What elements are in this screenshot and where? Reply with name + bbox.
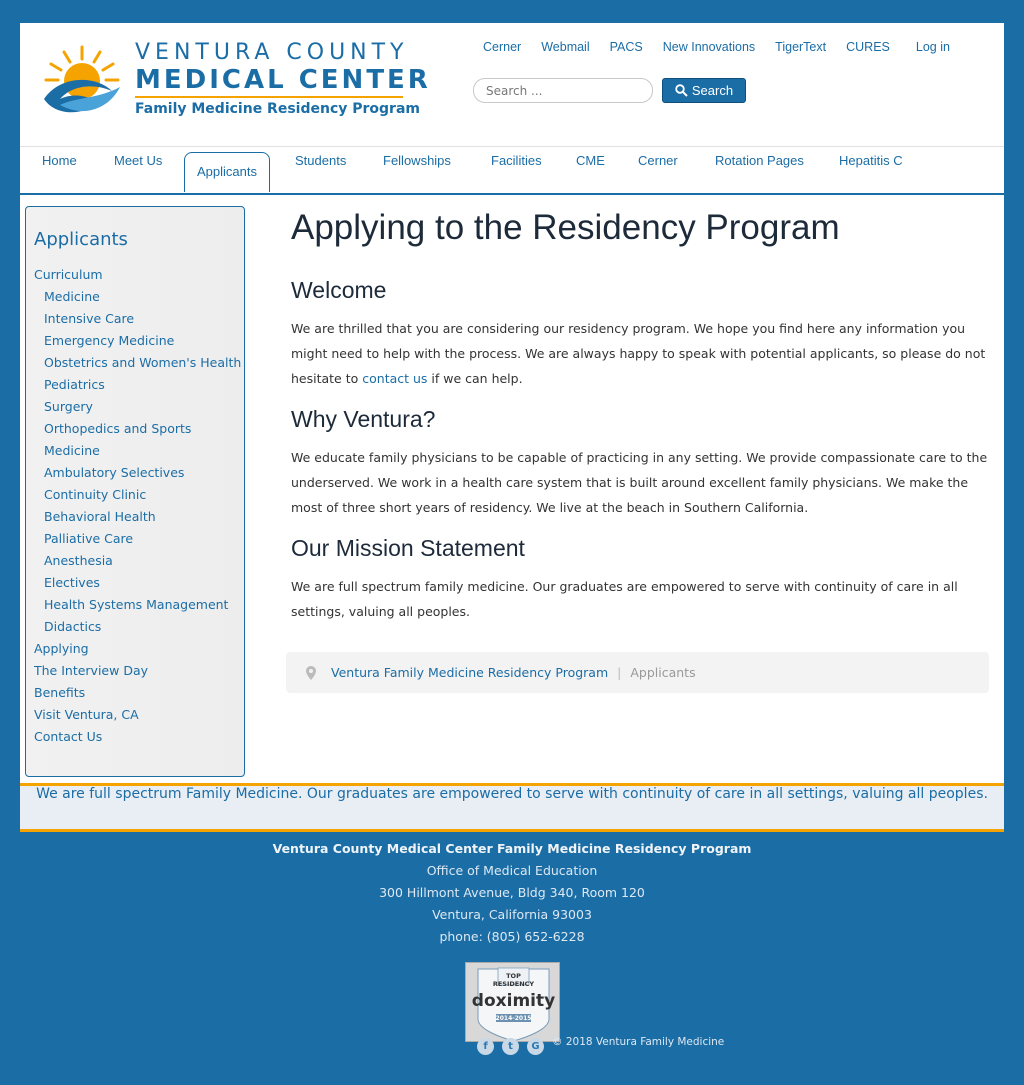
doximity-badge[interactable]: TOP RESIDENCY doximity 2014-2015	[465, 962, 560, 1042]
sidebar-heading[interactable]: Applicants	[34, 229, 244, 250]
breadcrumb: Ventura Family Medicine Residency Progra…	[286, 652, 989, 693]
top-links: Cerner Webmail PACS New Innovations Tige…	[483, 40, 983, 54]
why-ventura-paragraph: We educate family physicians to be capab…	[291, 450, 988, 515]
social-links: f t G	[477, 1038, 544, 1055]
contact-us-link[interactable]: contact us	[362, 371, 427, 386]
tab-facilities[interactable]: Facilities	[491, 153, 542, 191]
sidebar-item-ambulatory-selectives[interactable]: Ambulatory Selectives	[34, 462, 244, 484]
top-link-cerner[interactable]: Cerner	[483, 40, 521, 54]
login-link[interactable]: Log in	[916, 40, 950, 54]
why-ventura-heading: Why Ventura?	[291, 406, 436, 432]
footer-org-name: Ventura County Medical Center Family Med…	[272, 841, 752, 856]
sidebar-item-behavioral-health[interactable]: Behavioral Health	[34, 506, 244, 528]
top-link-pacs[interactable]: PACS	[610, 40, 643, 54]
welcome-heading: Welcome	[291, 277, 387, 303]
badge-brand: doximity	[471, 991, 556, 1011]
logo-line-2: MEDICAL CENTER	[135, 65, 431, 95]
sidebar-item-intensive-care[interactable]: Intensive Care	[34, 308, 244, 330]
tab-students[interactable]: Students	[295, 153, 346, 191]
sidebar-item-surgery[interactable]: Surgery	[34, 396, 244, 418]
footer-office: Office of Medical Education	[426, 863, 598, 878]
sidebar-item-interview-day[interactable]: The Interview Day	[34, 660, 244, 682]
main-content: Applying to the Residency Program Welcom…	[291, 208, 991, 638]
sidebar-item-orthopedics[interactable]: Orthopedics and Sports	[34, 418, 244, 440]
site-header: VENTURA COUNTY MEDICAL CENTER Family Med…	[20, 23, 1004, 147]
breadcrumb-home-link[interactable]: Ventura Family Medicine Residency Progra…	[331, 665, 608, 680]
tab-home[interactable]: Home	[42, 153, 77, 191]
top-link-tigertext[interactable]: TigerText	[775, 40, 826, 54]
location-pin-icon	[306, 665, 316, 680]
tab-cme[interactable]: CME	[576, 153, 605, 191]
footer-address-line-2: Ventura, California 93003	[432, 907, 592, 922]
tab-cerner[interactable]: Cerner	[638, 153, 678, 191]
top-link-webmail[interactable]: Webmail	[541, 40, 589, 54]
sidebar-item-orthopedics-cont[interactable]: Medicine	[34, 440, 244, 462]
main-nav: Home Meet Us Applicants Students Fellows…	[20, 147, 1004, 195]
sidebar-item-anesthesia[interactable]: Anesthesia	[34, 550, 244, 572]
sidebar-item-emergency-medicine[interactable]: Emergency Medicine	[34, 330, 244, 352]
sidebar-item-applying[interactable]: Applying	[34, 638, 244, 660]
sidebar-item-contact-us[interactable]: Contact Us	[34, 726, 244, 748]
google-icon[interactable]: G	[527, 1038, 544, 1055]
site-footer: Ventura County Medical Center Family Med…	[0, 838, 1024, 948]
top-link-new-innovations[interactable]: New Innovations	[663, 40, 755, 54]
tagline-band: We are full spectrum Family Medicine. Ou…	[20, 783, 1004, 832]
welcome-text-end: if we can help.	[427, 371, 523, 386]
badge-line-1: TOP	[506, 972, 521, 980]
tagline-text: We are full spectrum Family Medicine. Ou…	[36, 786, 988, 802]
sidebar-item-palliative-care[interactable]: Palliative Care	[34, 528, 244, 550]
top-link-cures[interactable]: CURES	[846, 40, 890, 54]
sidebar-item-visit-ventura[interactable]: Visit Ventura, CA	[34, 704, 244, 726]
badge-line-2: RESIDENCY	[492, 980, 535, 988]
copyright-text: © 2018 Ventura Family Medicine	[552, 1036, 725, 1048]
search-button-label: Search	[691, 83, 734, 98]
page-title: Applying to the Residency Program	[291, 208, 840, 247]
badge-years: 2014-2015	[495, 1015, 532, 1022]
sidebar-item-didactics[interactable]: Didactics	[34, 616, 244, 638]
logo-divider	[135, 96, 403, 98]
tab-fellowships[interactable]: Fellowships	[383, 153, 451, 191]
tab-hepatitis-c[interactable]: Hepatitis C	[839, 153, 903, 191]
search-form: Search	[473, 78, 746, 103]
sidebar-item-electives[interactable]: Electives	[34, 572, 244, 594]
sun-wave-logo-icon	[44, 45, 120, 113]
sidebar-item-obstetrics[interactable]: Obstetrics and Women's Health	[34, 352, 244, 374]
sidebar-menu: Curriculum Medicine Intensive Care Emerg…	[34, 264, 244, 748]
twitter-icon[interactable]: t	[502, 1038, 519, 1055]
mission-heading: Our Mission Statement	[291, 535, 525, 561]
logo-line-1: VENTURA COUNTY	[135, 40, 409, 65]
facebook-icon[interactable]: f	[477, 1038, 494, 1055]
search-button[interactable]: Search	[662, 78, 746, 103]
tab-meet-us[interactable]: Meet Us	[114, 153, 162, 191]
site-logo[interactable]: VENTURA COUNTY MEDICAL CENTER Family Med…	[42, 39, 428, 123]
tab-rotation-pages[interactable]: Rotation Pages	[715, 153, 804, 191]
sidebar-item-benefits[interactable]: Benefits	[34, 682, 244, 704]
search-icon	[675, 84, 688, 97]
sidebar-item-pediatrics[interactable]: Pediatrics	[34, 374, 244, 396]
welcome-paragraph: We are thrilled that you are considering…	[291, 316, 991, 391]
mission-paragraph: We are full spectrum family medicine. Ou…	[291, 579, 958, 619]
tab-applicants[interactable]: Applicants	[184, 152, 270, 192]
search-input[interactable]	[473, 78, 653, 103]
sidebar-item-continuity-clinic[interactable]: Continuity Clinic	[34, 484, 244, 506]
logo-line-3: Family Medicine Residency Program	[135, 101, 420, 117]
sidebar-item-medicine[interactable]: Medicine	[34, 286, 244, 308]
footer-phone: phone: (805) 652-6228	[439, 929, 585, 944]
sidebar-item-health-systems[interactable]: Health Systems Management	[34, 594, 244, 616]
footer-address-line-1: 300 Hillmont Avenue, Bldg 340, Room 120	[379, 885, 645, 900]
sidebar-item-curriculum[interactable]: Curriculum	[34, 264, 244, 286]
breadcrumb-current: Applicants	[630, 665, 696, 680]
sidebar: Applicants Curriculum Medicine Intensive…	[25, 206, 245, 777]
breadcrumb-separator: |	[617, 665, 622, 680]
